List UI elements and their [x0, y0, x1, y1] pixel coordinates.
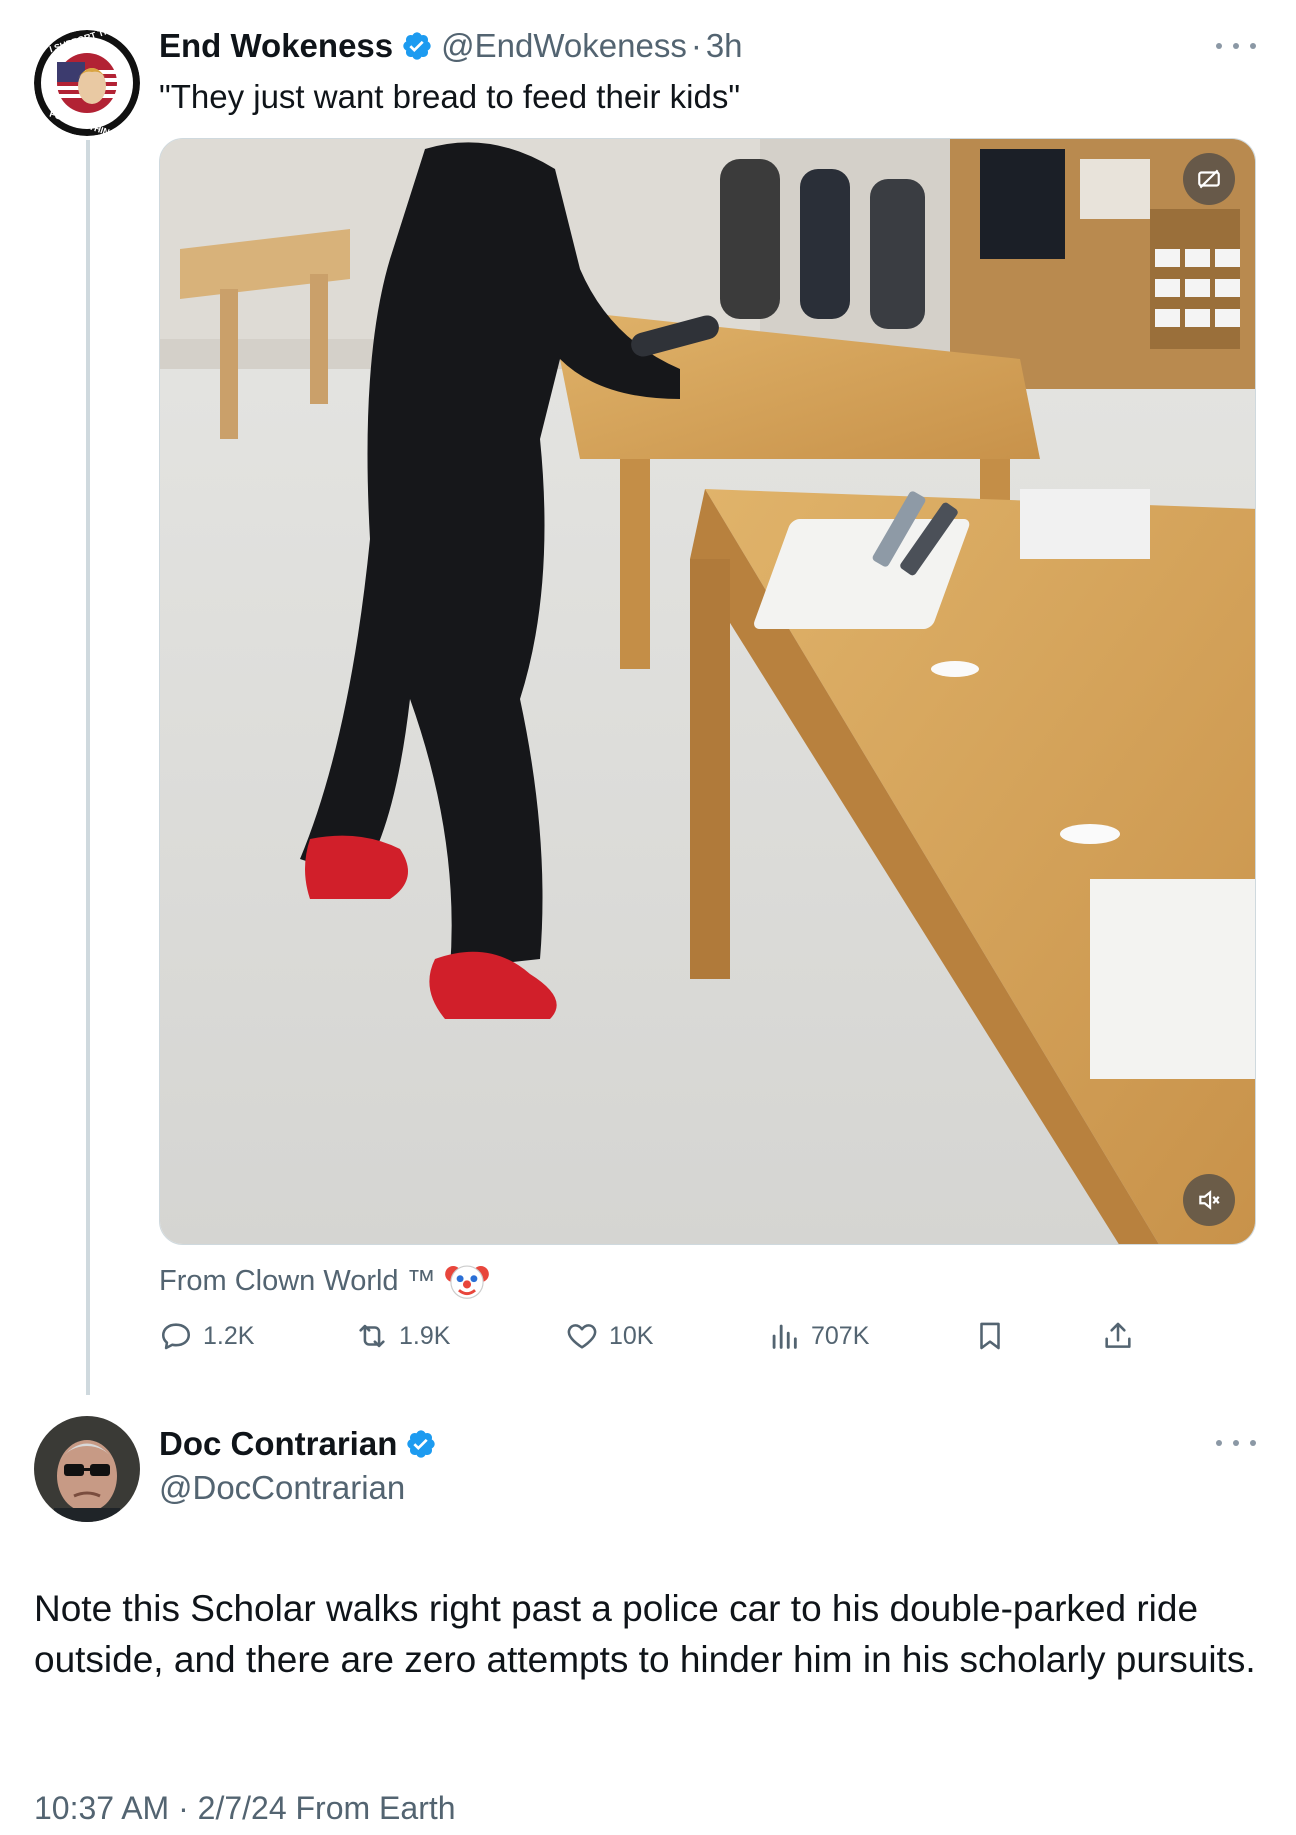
avatar[interactable] — [34, 1416, 140, 1522]
avatar-photo — [34, 1416, 140, 1522]
tweet-header: End Wokeness @EndWokeness · 3h — [159, 22, 743, 70]
timestamp[interactable]: 3h — [706, 27, 743, 65]
like-button[interactable]: 10K — [565, 1312, 653, 1360]
thread-connector-line — [86, 140, 90, 1395]
clown-face-icon — [444, 1265, 489, 1299]
time-separator: · — [690, 27, 702, 64]
tweet-text: "They just want bread to feed their kids… — [159, 78, 741, 115]
more-icon[interactable] — [1216, 1437, 1256, 1449]
repost-icon — [359, 1324, 385, 1348]
handle[interactable]: @EndWokeness — [441, 27, 687, 65]
mute-icon[interactable] — [1183, 1174, 1235, 1226]
tweet-video[interactable] — [159, 138, 1256, 1245]
repost-count: 1.9K — [399, 1321, 451, 1350]
avatar-badge-bottom-text: FORMER THINGS — [48, 108, 124, 142]
reply-count: 1.2K — [203, 1321, 255, 1350]
bookmark-icon — [980, 1322, 1000, 1350]
video-frame-illustration — [160, 139, 1255, 1244]
views-count: 707K — [811, 1321, 870, 1350]
tweet-header: Doc Contrarian — [159, 1420, 445, 1468]
tweet-text: Note this Scholar walks right past a pol… — [34, 1588, 1256, 1680]
source-label: From Clown World ™ — [159, 1264, 436, 1297]
handle[interactable]: @DocContrarian — [159, 1464, 405, 1512]
views-button[interactable]: 707K — [767, 1312, 869, 1360]
avatar-badge-top-text: I SUPPORT THE — [48, 23, 117, 55]
verified-badge-icon — [401, 30, 433, 62]
like-icon — [567, 1324, 597, 1349]
repost-button[interactable]: 1.9K — [355, 1312, 450, 1360]
display-name[interactable]: Doc Contrarian — [159, 1425, 397, 1463]
captions-off-icon[interactable] — [1183, 153, 1235, 205]
display-name[interactable]: End Wokeness — [159, 27, 393, 65]
reply-button[interactable]: 1.2K — [159, 1312, 254, 1360]
more-icon[interactable] — [1216, 40, 1256, 52]
avatar-badge-lettering: I SUPPORT THE FORMER THINGS — [34, 24, 140, 142]
bookmark-button[interactable] — [973, 1312, 1007, 1360]
community-source-line[interactable]: From Clown World ™ — [159, 1258, 490, 1304]
reply-icon — [161, 1323, 191, 1350]
share-icon — [1105, 1322, 1131, 1348]
share-button[interactable] — [1101, 1312, 1135, 1360]
verified-badge-icon — [405, 1428, 437, 1460]
tweet-timestamp[interactable]: 10:37 AM · 2/7/24 From Earth — [34, 1790, 456, 1827]
like-count: 10K — [609, 1321, 654, 1350]
views-icon — [772, 1324, 797, 1349]
